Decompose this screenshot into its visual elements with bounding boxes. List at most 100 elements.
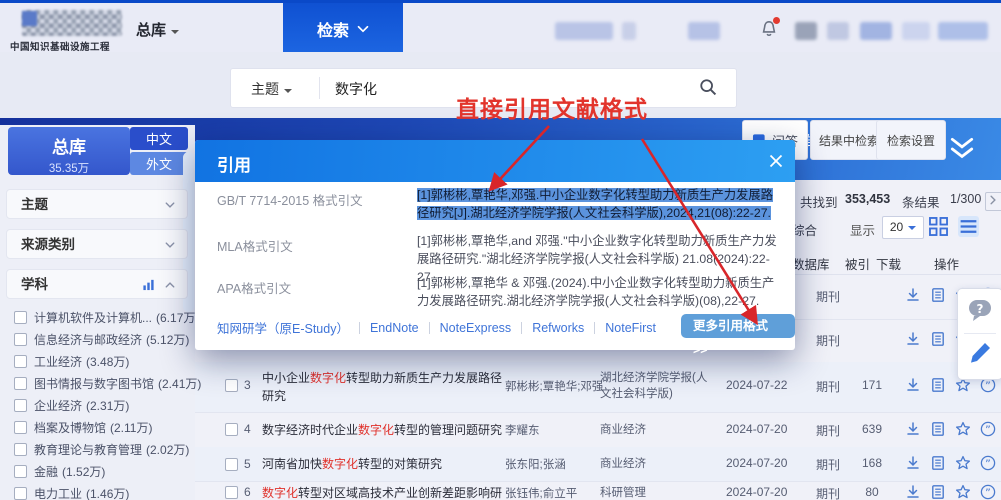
filter-group-subject[interactable]: 学科 [6,269,188,299]
authors[interactable]: 郭彬彬;覃艳华;邓强 [505,378,605,394]
download-icon[interactable] [905,331,921,347]
checkbox[interactable] [14,311,27,324]
html-read-icon[interactable] [930,484,946,500]
download-icon[interactable] [905,287,921,303]
export-link-notefirst[interactable]: NoteFirst [605,321,656,335]
subject-filter-item[interactable]: 企业经济(2.31万) [14,397,192,417]
export-link-refworks[interactable]: Refworks [532,321,584,335]
row-checkbox[interactable] [225,423,238,436]
checkbox[interactable] [14,355,27,368]
html-read-icon[interactable] [930,331,946,347]
list-view-icon[interactable] [958,216,979,237]
filter-group-topic[interactable]: 主题 [6,189,188,219]
checkbox[interactable] [14,465,27,478]
source-journal[interactable]: 湖北经济学院学报(人文社会科学版) [600,370,718,402]
search-field-selector[interactable]: 主题 [251,79,292,99]
sort-option-relevance[interactable]: 综合 [792,220,817,239]
library-label: 总库 [8,133,130,158]
paper-title[interactable]: 中小企业数字化转型助力新质生产力发展路径研究 [262,369,512,405]
subject-filter-item[interactable]: 信息经济与邮政经济(5.12万) [14,331,192,351]
subject-label: 电力工业 [34,487,82,500]
subject-label: 企业经济 [34,399,82,413]
grid-view-icon[interactable] [928,216,949,237]
export-link-cnki-estudy[interactable]: 知网研学（原E-Study） [217,318,349,337]
checkbox[interactable] [14,487,27,500]
favorite-icon[interactable] [955,484,971,500]
search-settings-button[interactable]: 检索设置 [876,120,946,160]
close-icon[interactable] [769,154,783,168]
paper-title[interactable]: 数字化转型对区域高技术产业创新差距影响研究 [262,484,512,500]
more-citation-formats-button[interactable]: 更多引用格式 >> [681,314,795,338]
source-journal[interactable]: 科研管理 [600,485,718,500]
page-size-select[interactable]: 20 [882,216,924,239]
checkbox[interactable] [14,421,27,434]
checkbox[interactable] [14,377,27,390]
download-icon[interactable] [905,455,921,471]
paper-title[interactable]: 河南省加快数字化转型的对策研究 [262,455,512,473]
subject-filter-item[interactable]: 计算机软件及计算机...(6.17万) [14,309,192,329]
expand-banner-chevrons-icon[interactable] [948,134,976,164]
title-text: 数字经济时代企业 [262,423,358,437]
row-number: 3 [244,378,251,392]
edit-pencil-icon[interactable] [968,341,992,365]
display-label: 显示 [850,220,875,239]
publish-date: 2024-07-20 [726,456,787,470]
download-icon[interactable] [905,421,921,437]
download-icon[interactable] [905,484,921,500]
html-read-icon[interactable] [930,421,946,437]
tab-search[interactable]: 检索 [283,3,403,55]
export-link-endnote[interactable]: EndNote [370,321,419,335]
doc-type: 期刊 [816,332,840,349]
paper-title[interactable]: 数字经济时代企业数字化转型的管理问题研究 [262,421,512,439]
next-page-button[interactable] [985,192,1001,211]
download-count[interactable]: 639 [857,422,887,436]
title-keyword: 数字化 [262,486,298,500]
row-checkbox[interactable] [225,486,238,499]
search-icon[interactable] [699,78,717,96]
download-count[interactable]: 171 [857,378,887,392]
source-journal[interactable]: 商业经济 [600,456,718,472]
authors[interactable]: 张东阳;张涵 [505,456,605,472]
subject-filter-item[interactable]: 电力工业(1.46万) [14,485,192,500]
row-checkbox[interactable] [225,379,238,392]
quote-icon[interactable] [980,484,996,500]
export-link-noteexpress[interactable]: NoteExpress [440,321,512,335]
favorite-icon[interactable] [955,421,971,437]
lang-tab-chinese[interactable]: 中文 [130,127,188,150]
html-read-icon[interactable] [930,287,946,303]
html-read-icon[interactable] [930,377,946,393]
cnki-logo-censored[interactable] [22,10,122,36]
quote-icon[interactable] [980,455,996,471]
subject-filter-item[interactable]: 图书情报与数字图书馆(2.41万) [14,375,192,395]
checkbox[interactable] [14,333,27,346]
sidebar-library-total[interactable]: 总库 35.35万 [8,127,130,175]
row-checkbox[interactable] [225,458,238,471]
checkbox[interactable] [14,399,27,412]
authors[interactable]: 李耀东 [505,422,605,438]
source-journal[interactable]: 商业经济 [600,422,718,438]
filter-group-source[interactable]: 来源类别 [6,229,188,259]
col-downloads[interactable]: 下载 [876,254,901,273]
quote-icon[interactable] [980,421,996,437]
citation-text-apa[interactable]: [1]郭彬彬,覃艳华 & 邓强.(2024).中小企业数字化转型助力新质生产力发… [417,274,781,310]
col-cited[interactable]: 被引 [845,254,870,273]
title-keyword: 数字化 [322,457,358,471]
filter-group-label: 来源类别 [21,237,75,252]
bar-chart-icon[interactable] [142,278,155,291]
subject-filter-item[interactable]: 工业经济(3.48万) [14,353,192,373]
library-switcher[interactable]: 总库 [136,19,179,40]
lang-tab-foreign[interactable]: 外文 [130,152,188,175]
download-icon[interactable] [905,377,921,393]
download-count[interactable]: 168 [857,456,887,470]
html-read-icon[interactable] [930,455,946,471]
checkbox[interactable] [14,443,27,456]
favorite-icon[interactable] [955,455,971,471]
subject-filter-item[interactable]: 金融(1.52万) [14,463,192,483]
authors[interactable]: 张钰伟;俞立平 [505,485,605,500]
help-bubble-icon[interactable] [967,297,993,323]
subject-filter-item[interactable]: 档案及博物馆(2.11万) [14,419,192,439]
subject-filter-item[interactable]: 教育理论与教育管理(2.02万) [14,441,192,461]
download-count[interactable]: 80 [857,485,887,499]
tab-search-label: 检索 [317,17,349,41]
citation-text-gbt[interactable]: [1]郭彬彬,覃艳华,邓强.中小企业数字化转型助力新质生产力发展路径研究[J].… [417,186,781,222]
